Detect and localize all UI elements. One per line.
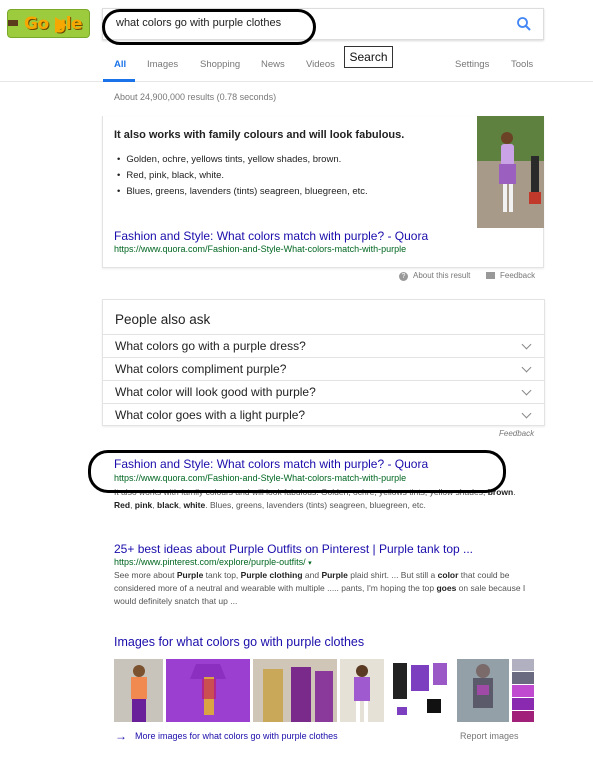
image-thumbnail[interactable] [253, 659, 337, 722]
image-thumbnail[interactable] [457, 659, 509, 722]
arrow-right-icon[interactable]: → [115, 729, 127, 743]
paa-question-text: What color will look good with purple? [115, 385, 316, 399]
report-images-link[interactable]: Report images [460, 731, 519, 741]
thumbnail-art [354, 665, 370, 722]
result-snippet: See more about Purple tank top, Purple c… [114, 570, 526, 606]
thumbnail-art [166, 659, 250, 722]
image-thumbnail[interactable] [512, 659, 534, 722]
search-icon[interactable] [516, 16, 532, 32]
snippet-list: Golden, ochre, yellows tints, yellow sha… [117, 152, 368, 200]
result-title[interactable]: 25+ best ideas about Purple Outfits on P… [114, 542, 473, 556]
paa-title: People also ask [115, 312, 211, 327]
caret-down-icon[interactable]: ▾ [308, 560, 312, 567]
people-also-ask: People also ask What colors go with a pu… [102, 299, 545, 426]
result-annotation-oval [88, 450, 506, 493]
paa-question[interactable]: What color goes with a light purple? [103, 403, 544, 426]
logo-text: Go gle [24, 14, 83, 34]
chevron-down-icon [521, 339, 532, 350]
search-annotation-oval [102, 9, 316, 45]
snippet-heading: It also works with family colours and wi… [114, 129, 405, 141]
result-stats: About 24,900,000 results (0.78 seconds) [114, 92, 277, 102]
image-thumbnail[interactable] [387, 659, 454, 722]
result-url-text: https://www.pinterest.com/explore/purple… [114, 557, 306, 567]
image-thumbnail[interactable] [166, 659, 250, 722]
thumbnail-art [393, 663, 447, 715]
paa-question-text: What colors go with a purple dress? [115, 339, 306, 353]
thumbnail-art [131, 665, 147, 722]
header: Go gle what colors go with purple clothe… [0, 0, 593, 82]
tab-news[interactable]: News [261, 59, 285, 70]
more-images-link[interactable]: More images for what colors go with purp… [135, 731, 338, 741]
chevron-down-icon [521, 385, 532, 396]
paa-question-text: What colors compliment purple? [115, 362, 287, 376]
paa-question[interactable]: What colors go with a purple dress? [103, 334, 544, 357]
about-this-result[interactable]: ? About this result [399, 271, 470, 281]
snippet-bullet: Red, pink, black, white. [117, 168, 368, 184]
play-icon [55, 17, 67, 33]
feedback-icon [486, 272, 495, 280]
thumbnail-art [253, 659, 337, 722]
tab-all[interactable]: All [114, 59, 126, 70]
tab-images[interactable]: Images [147, 59, 178, 70]
google-logo[interactable]: Go gle [7, 9, 90, 38]
snippet-url: https://www.quora.com/Fashion-and-Style-… [114, 244, 407, 254]
about-label: About this result [413, 271, 471, 280]
help-icon: ? [399, 272, 408, 281]
tab-settings[interactable]: Settings [455, 59, 489, 70]
tab-all-underline [103, 79, 135, 82]
chevron-down-icon [521, 362, 532, 373]
result-url: https://www.pinterest.com/explore/purple… [114, 557, 312, 567]
snippet-link[interactable]: Fashion and Style: What colors match wit… [114, 229, 428, 243]
tab-shopping[interactable]: Shopping [200, 59, 240, 70]
paa-question-text: What color goes with a light purple? [115, 408, 306, 422]
snippet-feedback[interactable]: Feedback [486, 271, 535, 280]
thumbnail-art [457, 659, 509, 722]
feedback-label: Feedback [500, 271, 536, 280]
snippet-bullet: Blues, greens, lavenders (tints) seagree… [117, 184, 367, 200]
search-tooltip: Search [344, 46, 393, 68]
tab-videos[interactable]: Videos [306, 59, 335, 70]
image-thumbnail[interactable] [340, 659, 384, 722]
paa-question[interactable]: What colors compliment purple? [103, 357, 544, 380]
snippet-image-art [477, 116, 544, 228]
thumbnail-art [512, 659, 534, 722]
logo-stripe [8, 20, 18, 26]
snippet-bullet: Golden, ochre, yellows tints, yellow sha… [117, 152, 368, 168]
paa-feedback[interactable]: Feedback [499, 429, 534, 438]
paa-question[interactable]: What color will look good with purple? [103, 380, 544, 403]
image-thumbnail[interactable] [114, 659, 163, 722]
snippet-image[interactable] [477, 116, 544, 228]
images-section-title[interactable]: Images for what colors go with purple cl… [114, 635, 364, 649]
tab-tools[interactable]: Tools [511, 59, 533, 70]
chevron-down-icon [521, 408, 532, 419]
